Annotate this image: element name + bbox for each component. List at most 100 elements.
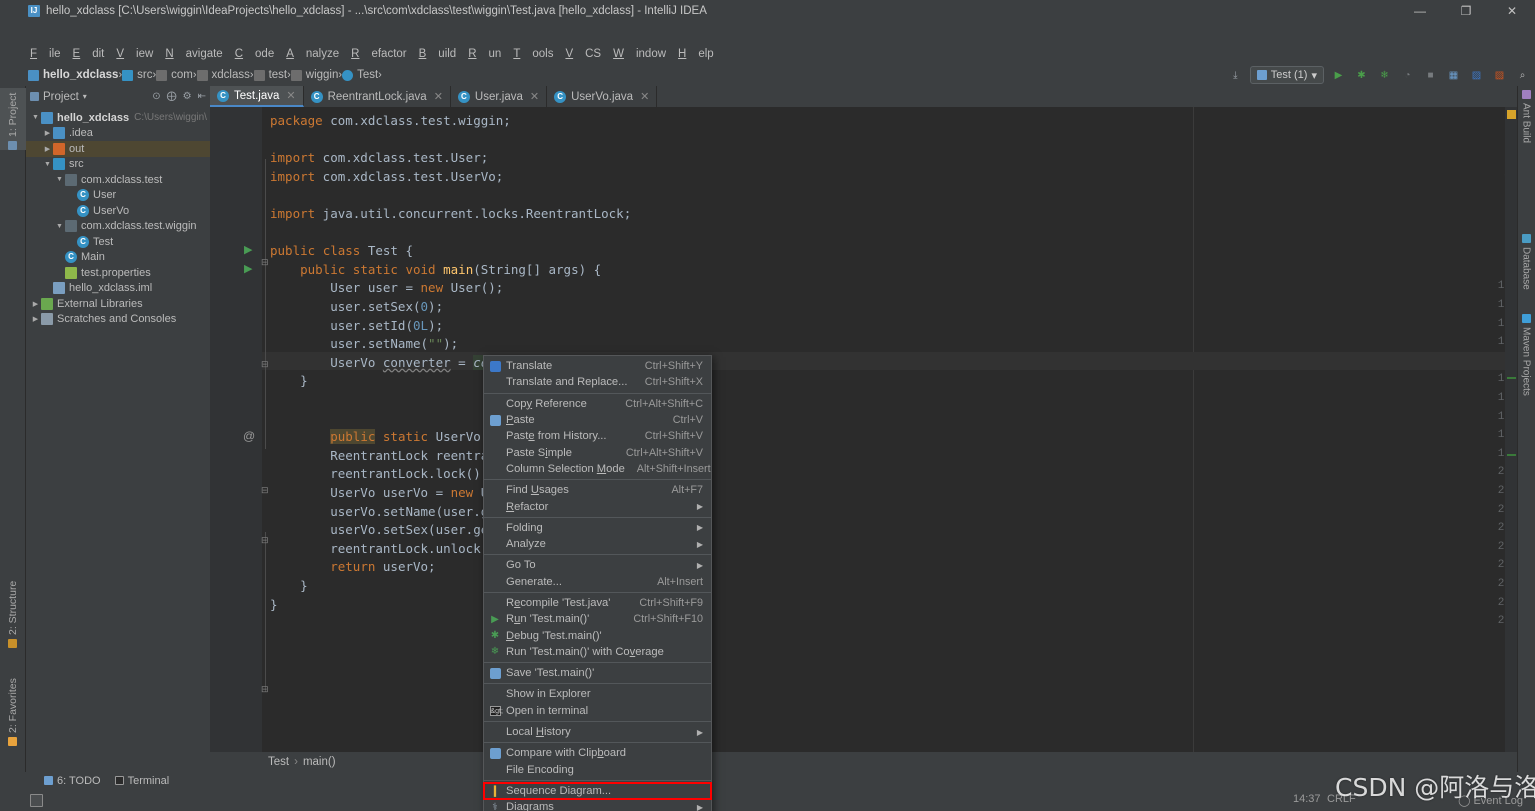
error-stripe-marker-bar[interactable]	[1505, 107, 1517, 752]
menu-item-go-to[interactable]: Go To ▶	[484, 557, 711, 573]
run-coverage-icon[interactable]: ❄	[1376, 67, 1393, 84]
menu-build[interactable]: Build	[419, 48, 457, 60]
close-icon[interactable]: ✕	[530, 90, 539, 103]
menu-item-translate-and-replace[interactable]: Translate and Replace... Ctrl+Shift+X	[484, 374, 711, 390]
breadcrumb-wiggin[interactable]: wiggin	[290, 69, 338, 81]
tree-item-test-properties[interactable]: test.properties	[26, 265, 210, 281]
menu-item-generate[interactable]: Generate... Alt+Insert	[484, 574, 711, 590]
menu-code[interactable]: Code	[235, 48, 275, 60]
menu-item-open-in-terminal[interactable]: &gt; Open in terminal	[484, 703, 711, 719]
menu-file[interactable]: File	[30, 48, 61, 60]
menu-item-debug-test-main[interactable]: ✱ Debug 'Test.main()'	[484, 627, 711, 643]
close-button[interactable]: ✕	[1489, 0, 1535, 21]
menu-item-find-usages[interactable]: Find Usages Alt+F7	[484, 482, 711, 498]
breadcrumb-Test[interactable]: Test	[342, 69, 378, 81]
menu-item-diagrams[interactable]: ⚕ Diagrams ▶	[484, 799, 711, 811]
tree-expand-arrow-icon[interactable]: ▶	[30, 300, 41, 308]
status-item-todo[interactable]: 6: TODO	[44, 775, 101, 787]
editor-tab-Test-java[interactable]: C Test.java ✕	[210, 86, 304, 107]
tree-item-com-xdclass-test[interactable]: ▼ com.xdclass.test	[26, 172, 210, 188]
breadcrumb-test[interactable]: test	[253, 69, 287, 81]
menu-item-folding[interactable]: Folding ▶	[484, 520, 711, 536]
menu-item-save-test-main[interactable]: Save 'Test.main()'	[484, 665, 711, 681]
close-icon[interactable]: ✕	[286, 89, 295, 102]
menu-item-paste-from-history[interactable]: Paste from History... Ctrl+Shift+V	[484, 428, 711, 444]
vcs-update-icon[interactable]: ⤓	[1227, 67, 1244, 84]
search-everywhere-icon[interactable]: ⌕	[1514, 67, 1531, 84]
menu-item-run-test-main[interactable]: ▶ Run 'Test.main()' Ctrl+Shift+F10	[484, 611, 711, 627]
tree-expand-arrow-icon[interactable]: ▼	[54, 176, 65, 183]
menu-tools[interactable]: Tools	[513, 48, 553, 60]
translate-icon[interactable]: ▨	[1468, 67, 1485, 84]
menu-item-file-encoding[interactable]: File Encoding	[484, 762, 711, 778]
fold-toggle-icon[interactable]: ⊟	[261, 684, 269, 695]
breadcrumb-src[interactable]: src	[122, 69, 152, 81]
menu-item-column-selection-mode[interactable]: Column Selection Mode Alt+Shift+Insert	[484, 461, 711, 477]
maximize-button[interactable]: ❐	[1443, 0, 1489, 21]
tree-expand-arrow-icon[interactable]: ▶	[42, 145, 53, 153]
menu-item-compare-with-clipboard[interactable]: Compare with Clipboard	[484, 745, 711, 761]
menu-help[interactable]: Help	[678, 48, 714, 60]
sidebar-item-ant-build[interactable]: Ant Build	[1518, 90, 1534, 164]
tree-item-UserVo[interactable]: C UserVo	[26, 203, 210, 219]
menu-edit[interactable]: Edit	[73, 48, 105, 60]
tree-item-hello_xdclass-iml[interactable]: hello_xdclass.iml	[26, 281, 210, 297]
menu-view[interactable]: View	[116, 48, 153, 60]
menu-item-paste[interactable]: Paste Ctrl+V	[484, 412, 711, 428]
hide-panel-icon[interactable]: ⇤	[198, 91, 206, 102]
run-class-gutter-icon[interactable]: ▶	[244, 243, 252, 256]
collapse-locate-icon[interactable]: ⊙	[152, 91, 160, 102]
run-icon[interactable]: ▶	[1330, 67, 1347, 84]
menu-item-analyze[interactable]: Analyze ▶	[484, 536, 711, 552]
menu-navigate[interactable]: Navigate	[165, 48, 222, 60]
breadcrumb-hello_xdclass[interactable]: hello_xdclass	[28, 69, 118, 81]
warning-stripe-marker[interactable]	[1507, 110, 1516, 119]
menu-item-copy-reference[interactable]: Copy Reference Ctrl+Alt+Shift+C	[484, 396, 711, 412]
override-annotation-gutter-icon[interactable]: @	[243, 429, 255, 443]
sidebar-item-favorites[interactable]: 2: Favorites	[0, 658, 26, 746]
sidebar-item-database[interactable]: Database	[1518, 234, 1534, 310]
menu-vcs[interactable]: V CS	[565, 48, 601, 60]
tree-item-out[interactable]: ▶ out	[26, 141, 210, 157]
fold-toggle-icon[interactable]: ⊟	[261, 359, 269, 370]
status-item-terminal[interactable]: Terminal	[114, 775, 169, 787]
menu-item-refactor[interactable]: Refactor ▶	[484, 498, 711, 514]
menu-item-show-in-explorer[interactable]: Show in Explorer	[484, 686, 711, 702]
sidebar-item-project[interactable]: 1: Project	[0, 88, 26, 150]
debug-icon[interactable]: ✱	[1353, 67, 1370, 84]
code-editor[interactable]: 1234567891011121314151617181920212223242…	[210, 107, 1517, 752]
tree-expand-arrow-icon[interactable]: ▶	[42, 129, 53, 137]
tree-item-Main[interactable]: C Main	[26, 250, 210, 266]
breadcrumb-class[interactable]: Test	[268, 756, 289, 768]
sidebar-item-maven-projects[interactable]: Maven Projects	[1518, 314, 1534, 418]
editor-tab-UserVo-java[interactable]: C UserVo.java ✕	[547, 86, 658, 107]
sidebar-item-structure[interactable]: 2: Structure	[0, 566, 26, 648]
run-method-gutter-icon[interactable]: ▶	[244, 262, 252, 275]
chevron-down-icon[interactable]: ▾	[1311, 69, 1317, 82]
close-icon[interactable]: ✕	[640, 90, 649, 103]
menu-item-sequence-diagram[interactable]: ❙ Sequence Diagram...	[483, 781, 712, 801]
run-configuration-selector[interactable]: Test (1) ▾	[1249, 66, 1324, 84]
menu-item-paste-simple[interactable]: Paste Simple Ctrl+Alt+Shift+V	[484, 444, 711, 460]
tree-item-src[interactable]: ▼ src	[26, 157, 210, 173]
menu-item-translate[interactable]: Translate Ctrl+Shift+Y	[484, 358, 711, 374]
tree-item-com-xdclass-test-wiggin[interactable]: ▼ com.xdclass.test.wiggin	[26, 219, 210, 235]
close-icon[interactable]: ✕	[434, 90, 443, 103]
tree-expand-arrow-icon[interactable]: ▶	[30, 315, 41, 323]
tree-expand-arrow-icon[interactable]: ▼	[42, 161, 53, 168]
tree-item--idea[interactable]: ▶ .idea	[26, 126, 210, 142]
editor-tab-ReentrantLock-java[interactable]: C ReentrantLock.java ✕	[304, 86, 451, 107]
chevron-down-icon[interactable]: ▾	[83, 92, 87, 101]
database-icon[interactable]: ▦	[1445, 67, 1462, 84]
menu-item-recompile-test-java[interactable]: Recompile 'Test.java' Ctrl+Shift+F9	[484, 595, 711, 611]
editor-context-menu[interactable]: Translate Ctrl+Shift+Y Translate and Repla…	[483, 355, 712, 811]
menu-refactor[interactable]: Refactor	[351, 48, 406, 60]
menu-item-run-test-main-with-coverage[interactable]: ❄ Run 'Test.main()' with Coverage	[484, 644, 711, 660]
minimize-button[interactable]: —	[1397, 0, 1443, 21]
fold-toggle-icon[interactable]: ⊟	[261, 257, 269, 268]
fold-toggle-icon[interactable]: ⊟	[261, 535, 269, 546]
tree-item-Test[interactable]: C Test	[26, 234, 210, 250]
menu-item-local-history[interactable]: Local History ▶	[484, 724, 711, 740]
tree-item-hello_xdclass[interactable]: ▼ hello_xdclass C:\Users\wiggin\	[26, 110, 210, 126]
tree-item-External-Libraries[interactable]: ▶ External Libraries	[26, 296, 210, 312]
